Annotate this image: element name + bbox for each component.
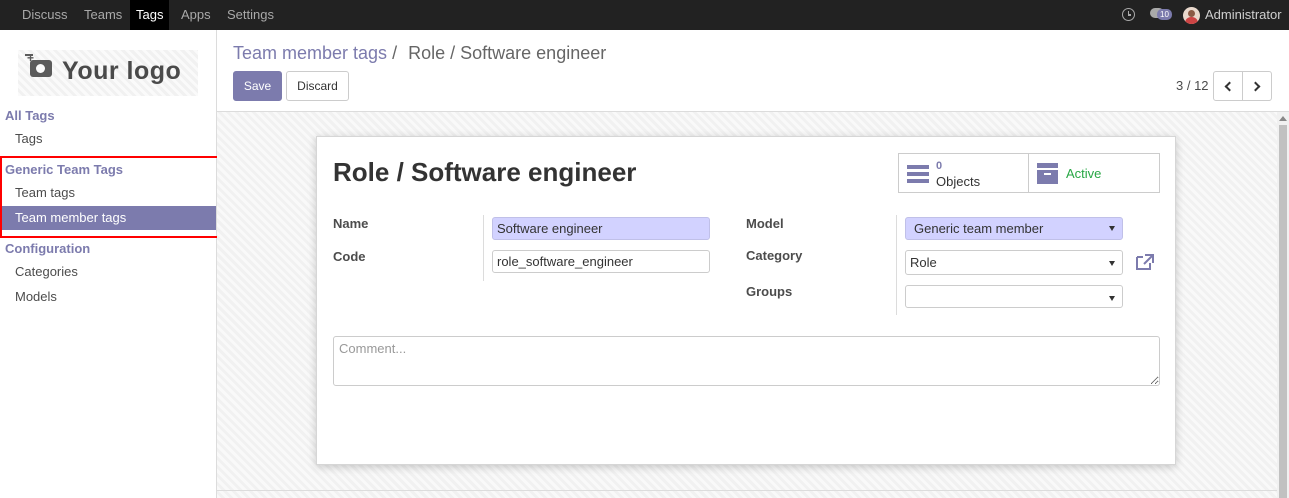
model-select-value: Generic team member xyxy=(914,221,1044,236)
camera-icon xyxy=(25,54,52,77)
activity-clock-icon[interactable] xyxy=(1122,8,1135,21)
chevron-right-icon xyxy=(1250,81,1261,92)
pager-previous-button[interactable] xyxy=(1213,71,1243,101)
caret-down-icon xyxy=(1109,261,1115,266)
breadcrumb-separator: / xyxy=(392,43,398,63)
discard-button[interactable]: Discard xyxy=(286,71,349,101)
save-button[interactable]: Save xyxy=(233,71,282,101)
logo-text: Your logo xyxy=(62,57,182,85)
menu-settings[interactable]: Settings xyxy=(221,0,280,30)
active-toggle-button[interactable]: Active xyxy=(1028,153,1160,193)
name-input[interactable] xyxy=(492,217,710,240)
menu-teams[interactable]: Teams xyxy=(78,0,128,30)
record-title: Role / Software engineer xyxy=(333,157,637,187)
groups-label: Groups xyxy=(746,284,793,299)
form-sheet: Role / Software engineer 0 Objects Activ… xyxy=(316,136,1176,465)
pager-value[interactable]: 3 / 12 xyxy=(1176,78,1209,93)
model-select[interactable]: Generic team member xyxy=(905,217,1123,240)
left-group-separator xyxy=(483,215,484,281)
sidebar-item-models[interactable]: Models xyxy=(0,285,216,309)
sidebar-item-team-member-tags[interactable]: Team member tags xyxy=(0,206,216,230)
comment-textarea[interactable] xyxy=(333,336,1160,386)
top-navbar: Discuss Teams Tags Apps Settings 10 Admi… xyxy=(0,0,1289,30)
sidebar: + Your logo All Tags Tags Generic Team T… xyxy=(0,30,217,498)
menu-tags[interactable]: Tags xyxy=(130,0,170,30)
company-logo[interactable]: + Your logo xyxy=(18,50,198,96)
objects-label: Objects xyxy=(936,174,981,189)
sidebar-header-configuration[interactable]: Configuration xyxy=(5,241,90,256)
objects-count: 0 xyxy=(936,160,943,172)
list-icon xyxy=(907,165,929,183)
scrollbar-thumb[interactable] xyxy=(1279,125,1287,498)
archive-icon xyxy=(1037,163,1058,184)
active-status-label: Active xyxy=(1066,166,1102,181)
category-select[interactable]: Role xyxy=(905,250,1123,275)
name-label: Name xyxy=(333,216,369,231)
caret-down-icon xyxy=(1109,226,1115,231)
breadcrumb-link[interactable]: Team member tags xyxy=(233,43,387,63)
category-select-value: Role xyxy=(910,255,937,270)
menu-apps[interactable]: Apps xyxy=(175,0,217,30)
code-input[interactable] xyxy=(492,250,710,273)
sidebar-header-all-tags[interactable]: All Tags xyxy=(5,108,55,123)
breadcrumb: Team member tags / Role / Software engin… xyxy=(233,43,606,64)
sidebar-header-generic-team-tags[interactable]: Generic Team Tags xyxy=(5,162,123,177)
avatar[interactable] xyxy=(1183,7,1200,24)
control-panel: Team member tags / Role / Software engin… xyxy=(217,30,1289,112)
model-label: Model xyxy=(746,216,784,231)
sidebar-item-tags[interactable]: Tags xyxy=(0,127,216,151)
sidebar-item-categories[interactable]: Categories xyxy=(0,260,216,284)
divider xyxy=(217,490,1277,491)
sidebar-item-team-tags[interactable]: Team tags xyxy=(0,181,216,205)
code-label: Code xyxy=(333,249,366,264)
chevron-left-icon xyxy=(1224,81,1235,92)
user-menu[interactable]: Administrator xyxy=(1205,0,1282,30)
caret-down-icon xyxy=(1109,296,1115,301)
external-link-icon[interactable] xyxy=(1135,253,1155,271)
breadcrumb-current: Role / Software engineer xyxy=(408,43,607,63)
objects-smart-button[interactable]: 0 Objects xyxy=(898,153,1029,193)
chat-badge: 10 xyxy=(1157,9,1172,20)
right-group-separator xyxy=(896,215,897,315)
menu-discuss[interactable]: Discuss xyxy=(16,0,74,30)
scroll-up-arrow-icon[interactable] xyxy=(1279,116,1287,121)
pager-next-button[interactable] xyxy=(1242,71,1272,101)
category-label: Category xyxy=(746,248,803,263)
groups-select[interactable] xyxy=(905,285,1123,308)
